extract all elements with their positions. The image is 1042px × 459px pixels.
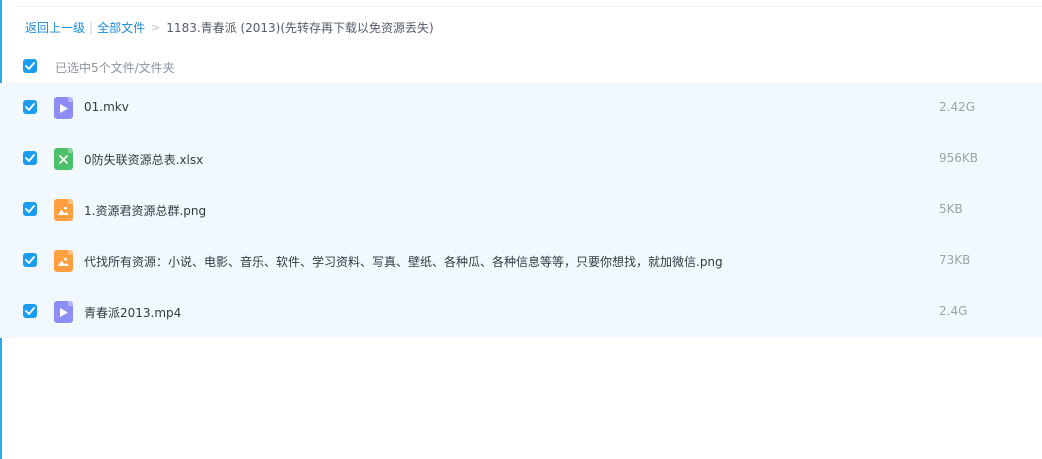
excel-file-icon xyxy=(54,148,73,170)
file-size: 2.4G xyxy=(939,304,968,318)
excel-x-icon xyxy=(59,154,68,164)
file-size: 73KB xyxy=(939,253,971,267)
file-name[interactable]: 青春派2013.mp4 xyxy=(84,304,181,321)
file-size: 5KB xyxy=(939,202,963,216)
play-icon xyxy=(59,103,68,113)
select-all-row: 已选中5个文件/文件夹 xyxy=(0,51,1042,81)
checkmark-icon xyxy=(25,307,35,315)
file-name[interactable]: 01.mkv xyxy=(84,100,129,114)
top-divider xyxy=(14,6,1042,7)
file-row[interactable]: 1.资源君资源总群.png 5KB xyxy=(0,185,1042,236)
file-size: 2.42G xyxy=(939,100,976,114)
image-file-icon xyxy=(54,199,73,221)
row-checkbox[interactable] xyxy=(23,151,37,165)
file-row[interactable]: 青春派2013.mp4 2.4G xyxy=(0,287,1042,338)
video-file-icon xyxy=(54,301,73,323)
file-name[interactable]: 代找所有资源：小说、电影、音乐、软件、学习资料、写真、壁纸、各种瓜、各种信息等等… xyxy=(84,253,723,270)
back-link[interactable]: 返回上一级 xyxy=(25,19,85,36)
video-file-icon xyxy=(54,97,73,119)
select-all-checkbox[interactable] xyxy=(23,59,37,73)
row-checkbox[interactable] xyxy=(23,304,37,318)
row-checkbox[interactable] xyxy=(23,100,37,114)
checkmark-icon xyxy=(25,103,35,111)
file-row[interactable]: 0防失联资源总表.xlsx 956KB xyxy=(0,134,1042,185)
file-row[interactable]: 代找所有资源：小说、电影、音乐、软件、学习资料、写真、壁纸、各种瓜、各种信息等等… xyxy=(0,236,1042,287)
all-files-link[interactable]: 全部文件 xyxy=(97,19,145,36)
image-file-icon xyxy=(54,250,73,272)
file-size: 956KB xyxy=(939,151,979,165)
checkmark-icon xyxy=(25,256,35,264)
breadcrumb-separator: | xyxy=(89,20,94,34)
checkmark-icon xyxy=(25,205,35,213)
image-icon xyxy=(58,257,69,266)
play-icon xyxy=(59,307,68,317)
breadcrumb: 返回上一级 | 全部文件 > 1183.青春派 (2013)(先转存再下载以免资… xyxy=(25,18,434,36)
checkmark-icon xyxy=(25,154,35,162)
checkmark-icon xyxy=(25,62,35,70)
file-row[interactable]: 01.mkv 2.42G xyxy=(0,83,1042,134)
file-name[interactable]: 1.资源君资源总群.png xyxy=(84,202,206,219)
file-list: 01.mkv 2.42G 0防失联资源总表.xlsx 956KB 1.资源君资源… xyxy=(0,83,1042,338)
row-checkbox[interactable] xyxy=(23,202,37,216)
image-icon xyxy=(58,206,69,215)
selection-count-label: 已选中5个文件/文件夹 xyxy=(55,61,175,75)
current-folder: 1183.青春派 (2013)(先转存再下载以免资源丢失) xyxy=(166,20,434,35)
row-checkbox[interactable] xyxy=(23,253,37,267)
file-name[interactable]: 0防失联资源总表.xlsx xyxy=(84,151,203,168)
breadcrumb-arrow: > xyxy=(151,20,161,34)
